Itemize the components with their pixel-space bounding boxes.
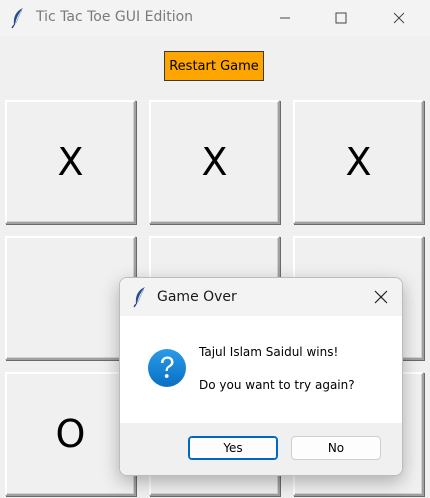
- dialog-titlebar: Game Over: [120, 278, 402, 316]
- dialog-message-prompt: Do you want to try again?: [199, 378, 355, 392]
- restart-game-button[interactable]: Restart Game: [164, 51, 264, 81]
- board-cell-0[interactable]: X: [5, 100, 136, 224]
- window-titlebar: Tic Tac Toe GUI Edition: [0, 0, 430, 36]
- dialog-message-winner: Tajul Islam Saidul wins!: [199, 345, 339, 359]
- dialog-body: Tajul Islam Saidul wins! Do you want to …: [120, 316, 402, 423]
- board-cell-6[interactable]: O: [5, 372, 136, 496]
- yes-button[interactable]: Yes: [188, 436, 278, 460]
- window-title: Tic Tac Toe GUI Edition: [36, 9, 194, 25]
- feather-icon: [10, 7, 26, 29]
- main-window: Tic Tac Toe GUI Edition Restart Game X X…: [0, 0, 430, 498]
- board-cell-2[interactable]: X: [293, 100, 424, 224]
- feather-icon: [132, 286, 148, 308]
- minimize-button[interactable]: [262, 0, 308, 36]
- dialog-footer: Yes No: [120, 423, 402, 475]
- board-cell-1[interactable]: X: [149, 100, 280, 224]
- no-button[interactable]: No: [291, 436, 381, 460]
- dialog-close-button[interactable]: [360, 278, 402, 316]
- question-icon: [147, 348, 187, 388]
- maximize-button[interactable]: [318, 0, 364, 36]
- game-over-dialog: Game Over Tajul Islam Saidul wins! Do yo…: [119, 277, 403, 476]
- close-button[interactable]: [376, 0, 422, 36]
- dialog-title: Game Over: [157, 289, 237, 305]
- board-cell-3[interactable]: [5, 236, 136, 360]
